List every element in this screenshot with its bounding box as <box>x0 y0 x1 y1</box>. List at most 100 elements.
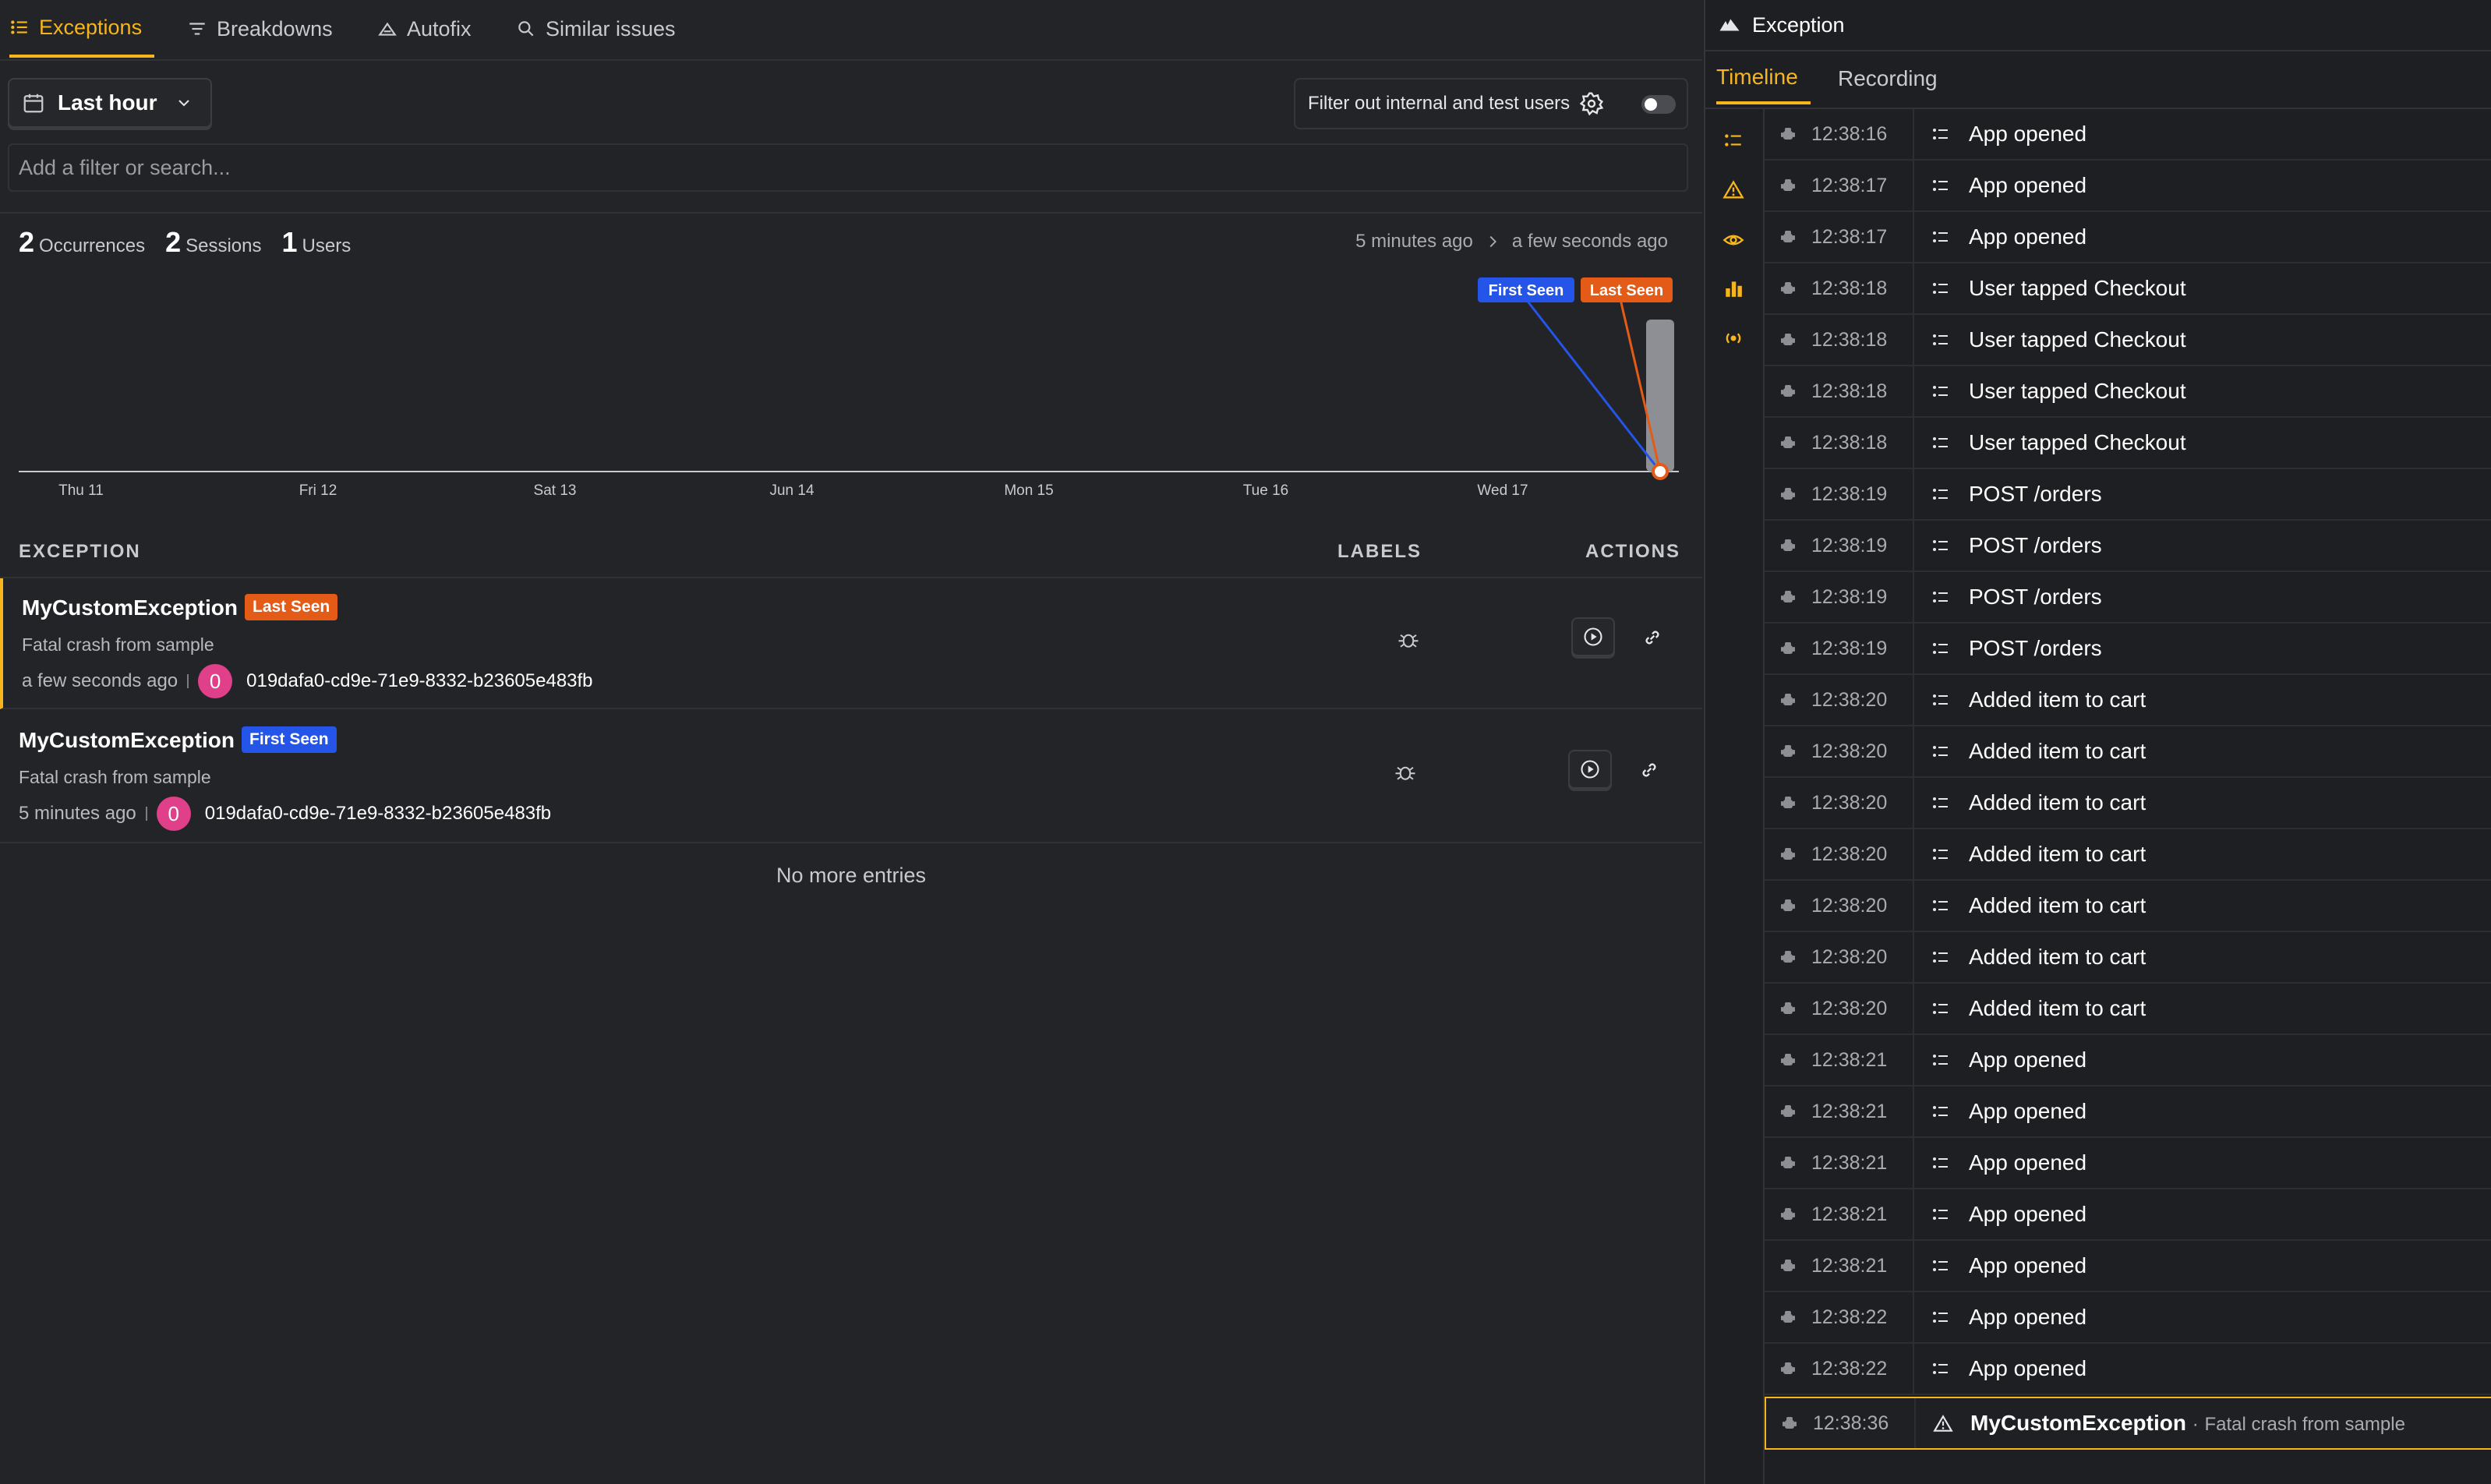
tab-similar-issues[interactable]: Similar issues <box>516 0 676 58</box>
event-time: 12:38:20 <box>1811 792 1888 814</box>
timeline-event[interactable]: 12:38:21 App opened <box>1765 1086 2491 1138</box>
divider <box>1913 315 1914 365</box>
exception-event-sub: Fatal crash from sample <box>2204 1414 2405 1435</box>
timeline-event[interactable]: 12:38:21 App opened <box>1765 1035 2491 1086</box>
android-icon <box>1779 793 1797 812</box>
timeline-event[interactable]: 12:38:19 POST /orders <box>1765 572 2491 624</box>
tab-exceptions[interactable]: Exceptions <box>9 0 155 58</box>
copy-link-button[interactable] <box>1638 624 1666 652</box>
tab-recording[interactable]: Recording <box>1838 53 1938 104</box>
gear-icon[interactable] <box>1579 91 1604 116</box>
top-tabs: Exceptions Breakdowns Autofix Similar is… <box>0 0 1702 61</box>
bar-chart-icon[interactable] <box>1721 276 1746 301</box>
timeline-event[interactable]: 12:38:19 POST /orders <box>1765 469 2491 521</box>
event-time: 12:38:17 <box>1811 226 1888 248</box>
timeline-event[interactable]: 12:38:20 Added item to cart <box>1765 932 2491 984</box>
internal-users-toggle[interactable] <box>1641 95 1676 114</box>
x-tick-label: Fri 12 <box>299 482 337 499</box>
android-icon <box>1779 1154 1797 1172</box>
exception-title[interactable]: MyCustomException <box>19 728 235 753</box>
timeline-event[interactable]: 12:38:19 POST /orders <box>1765 521 2491 572</box>
event-list-icon <box>1931 1359 1950 1378</box>
stats-summary: 2 Occurrences 2 Sessions 1 Users <box>19 226 351 259</box>
meta-divider <box>187 674 189 688</box>
event-list-icon <box>1931 330 1950 349</box>
android-icon <box>1779 742 1797 761</box>
exception-description: Fatal crash from sample <box>22 634 214 655</box>
event-label: App opened <box>1969 224 2087 249</box>
tab-autofix-label: Autofix <box>407 16 472 41</box>
tab-timeline[interactable]: Timeline <box>1716 53 1811 104</box>
event-list-icon <box>1931 433 1950 452</box>
exception-detail-panel: Exception Timeline Recording 12:38:16 App… <box>1704 0 2491 1484</box>
list-icon[interactable] <box>1721 128 1746 153</box>
event-label: App opened <box>1969 1048 2087 1072</box>
calendar-icon <box>23 94 44 113</box>
divider <box>1913 675 1914 725</box>
timeline-event[interactable]: 12:38:18 User tapped Checkout <box>1765 418 2491 469</box>
divider <box>1913 984 1914 1034</box>
date-range-button[interactable]: Last hour <box>8 78 212 128</box>
divider <box>1914 1398 1916 1448</box>
table-row[interactable]: MyCustomException Last Seen Fatal crash … <box>0 578 1702 709</box>
timeline-event[interactable]: 12:38:17 App opened <box>1765 161 2491 212</box>
bug-icon[interactable] <box>1394 761 1417 784</box>
timeline-event[interactable]: 12:38:18 User tapped Checkout <box>1765 263 2491 315</box>
link-icon <box>1645 631 1659 645</box>
tab-exceptions-label: Exceptions <box>39 15 143 39</box>
users-count: 1 <box>281 226 298 258</box>
users-label: Users <box>302 235 352 256</box>
timeline-exception-event[interactable]: 12:38:36 MyCustomException · Fatal crash … <box>1765 1397 2491 1450</box>
event-list-icon <box>1931 948 1950 966</box>
event-time: 12:38:20 <box>1811 895 1888 917</box>
exception-time: 5 minutes ago <box>19 803 136 824</box>
timeline-event[interactable]: 12:38:19 POST /orders <box>1765 624 2491 675</box>
copy-link-button[interactable] <box>1635 756 1663 784</box>
sessions-label: Sessions <box>186 235 262 256</box>
date-range-label: Last hour <box>58 90 157 115</box>
chevron-right-icon <box>1489 235 1496 248</box>
marker-point <box>1652 463 1669 480</box>
table-row[interactable]: MyCustomException First Seen Fatal crash… <box>0 711 1702 843</box>
broadcast-icon[interactable] <box>1721 326 1746 351</box>
timeline-event[interactable]: 12:38:18 User tapped Checkout <box>1765 315 2491 366</box>
tab-breakdowns-label: Breakdowns <box>217 16 333 41</box>
timeline-event[interactable]: 12:38:20 Added item to cart <box>1765 984 2491 1035</box>
timeline-event[interactable]: 12:38:18 User tapped Checkout <box>1765 366 2491 418</box>
timeline-event[interactable]: 12:38:21 App opened <box>1765 1189 2491 1241</box>
timeline-event[interactable]: 12:38:21 App opened <box>1765 1138 2491 1189</box>
tab-autofix[interactable]: Autofix <box>377 0 472 58</box>
play-recording-button[interactable] <box>1571 617 1615 656</box>
play-recording-button[interactable] <box>1568 750 1612 789</box>
divider <box>1913 1292 1914 1342</box>
timeline-event[interactable]: 12:38:20 Added item to cart <box>1765 778 2491 829</box>
event-list-icon <box>1931 999 1950 1018</box>
chart-bar[interactable] <box>1646 320 1674 472</box>
timeline-event[interactable]: 12:38:21 App opened <box>1765 1241 2491 1292</box>
timeline-event[interactable]: 12:38:20 Added item to cart <box>1765 881 2491 932</box>
search-input[interactable] <box>8 143 1688 192</box>
eye-icon[interactable] <box>1721 228 1746 253</box>
exception-title[interactable]: MyCustomException <box>22 595 238 620</box>
event-label: User tapped Checkout <box>1969 379 2186 403</box>
panel-header: Exception <box>1705 0 2491 51</box>
event-time: 12:38:21 <box>1811 1101 1888 1122</box>
event-list-icon <box>1931 742 1950 761</box>
event-time: 12:38:20 <box>1811 843 1888 865</box>
timeline-event[interactable]: 12:38:20 Added item to cart <box>1765 675 2491 726</box>
exception-meta: a few seconds ago 0 019dafa0-cd9e-71e9-8… <box>22 664 593 698</box>
timeline-event[interactable]: 12:38:20 Added item to cart <box>1765 726 2491 778</box>
android-icon <box>1779 1308 1797 1327</box>
meta-divider <box>145 807 147 821</box>
time-range-text: 5 minutes ago a few seconds ago <box>1355 231 1668 253</box>
tab-breakdowns[interactable]: Breakdowns <box>187 0 333 58</box>
timeline-event[interactable]: 12:38:17 App opened <box>1765 212 2491 263</box>
warning-icon[interactable] <box>1721 178 1746 203</box>
timeline-event[interactable]: 12:38:20 Added item to cart <box>1765 829 2491 881</box>
android-icon <box>1779 536 1797 555</box>
timeline-event[interactable]: 12:38:22 App opened <box>1765 1292 2491 1344</box>
bug-icon[interactable] <box>1397 628 1420 652</box>
timeline-event[interactable]: 12:38:22 App opened <box>1765 1344 2491 1395</box>
event-label: MyCustomException · Fatal crash from sam… <box>1970 1411 2405 1436</box>
timeline-event[interactable]: 12:38:16 App opened <box>1765 109 2491 161</box>
